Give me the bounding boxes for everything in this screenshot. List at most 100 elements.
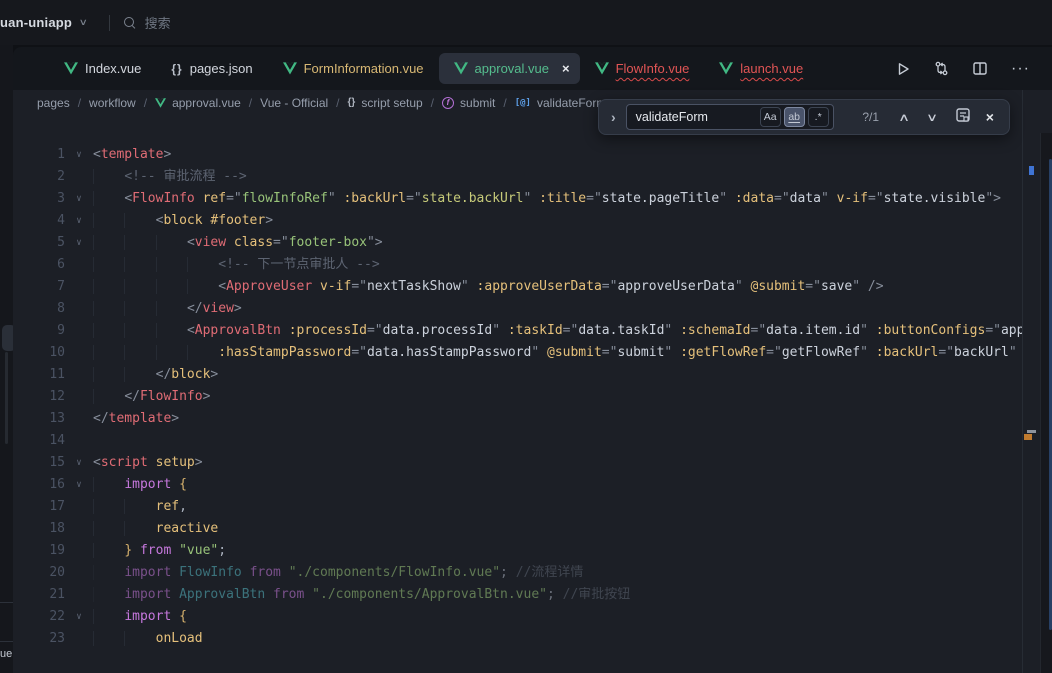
fold-chevron-icon[interactable]: ∨	[65, 232, 93, 254]
fold-gutter	[65, 166, 93, 188]
fold-chevron-icon[interactable]: ∨	[65, 474, 93, 496]
line-number: 14	[13, 430, 65, 452]
code-line-11[interactable]: 11 </block>	[13, 364, 1023, 386]
code-text: ref,	[93, 496, 1023, 518]
line-number: 18	[13, 518, 65, 540]
fold-gutter	[65, 298, 93, 320]
ruler-marker	[1027, 430, 1036, 433]
split-editor-icon[interactable]	[973, 62, 987, 75]
code-line-21[interactable]: 21 import ApprovalBtn from "./components…	[13, 584, 1023, 606]
vue-icon	[155, 98, 166, 108]
code-line-1[interactable]: 1∨<template>	[13, 144, 1023, 166]
regex-button[interactable]: .*	[808, 107, 829, 127]
editor-area: pages/workflow/approval.vue/Vue - Offici…	[13, 90, 1052, 673]
breadcrumb-item-workflow[interactable]: workflow	[89, 96, 136, 110]
tab-FlowInfo.vue[interactable]: FlowInfo.vue	[580, 47, 705, 90]
code-line-23[interactable]: 23 onLoad	[13, 628, 1023, 650]
sidebar-text-fragment: ue	[0, 648, 12, 660]
sidebar-scrollbar-fragment[interactable]	[5, 352, 8, 444]
sidebar-sliver: ue	[0, 0, 13, 673]
fold-gutter	[65, 320, 93, 342]
search-placeholder: 搜索	[145, 13, 171, 32]
line-number: 1	[13, 144, 65, 166]
code-text: <!-- 审批流程 -->	[93, 166, 1023, 188]
project-name[interactable]: uan-uniapp	[0, 15, 72, 30]
method-icon: f	[442, 97, 454, 109]
search-icon	[124, 17, 136, 29]
find-input[interactable]: validateForm Aa ab .*	[626, 104, 834, 130]
fold-gutter	[65, 496, 93, 518]
close-icon[interactable]: ×	[562, 62, 570, 75]
fold-gutter	[65, 628, 93, 650]
fold-chevron-icon[interactable]: ∨	[65, 606, 93, 628]
fold-chevron-icon[interactable]: ∨	[65, 144, 93, 166]
code-line-13[interactable]: 13</template>	[13, 408, 1023, 430]
tab-label: pages.json	[190, 61, 253, 76]
line-number: 17	[13, 496, 65, 518]
code-line-2[interactable]: 2 <!-- 审批流程 -->	[13, 166, 1023, 188]
tab-launch.vue[interactable]: launch.vue	[704, 47, 818, 90]
find-query[interactable]: validateForm	[636, 110, 757, 124]
global-search[interactable]: 搜索	[124, 13, 171, 32]
close-find-icon[interactable]: ×	[986, 109, 994, 125]
code-text: <script setup>	[93, 452, 1023, 474]
breadcrumb-item-approval.vue[interactable]: approval.vue	[155, 96, 241, 110]
code-editor[interactable]: 1∨<template>2 <!-- 审批流程 -->3∨ <FlowInfo …	[13, 144, 1023, 673]
code-line-8[interactable]: 8 </view>	[13, 298, 1023, 320]
code-line-16[interactable]: 16∨ import {	[13, 474, 1023, 496]
code-line-4[interactable]: 4∨ <block #footer>	[13, 210, 1023, 232]
toggle-replace-icon[interactable]: ›	[609, 109, 618, 125]
breadcrumb-item-script-setup[interactable]: {}script setup	[348, 96, 423, 110]
line-number: 15	[13, 452, 65, 474]
find-in-selection-icon[interactable]	[956, 108, 970, 127]
previous-match-icon[interactable]: ∧	[889, 111, 919, 124]
code-line-7[interactable]: 7 <ApproveUser v-if="nextTaskShow" :appr…	[13, 276, 1023, 298]
code-line-17[interactable]: 17 ref,	[13, 496, 1023, 518]
code-text: import {	[93, 606, 1023, 628]
code-text: </block>	[93, 364, 1023, 386]
breadcrumb-item-submit[interactable]: fsubmit	[442, 96, 495, 110]
line-number: 10	[13, 342, 65, 364]
whole-word-button[interactable]: ab	[784, 107, 805, 127]
tab-approval.vue[interactable]: approval.vue×	[439, 53, 580, 84]
tab-Index.vue[interactable]: Index.vue	[49, 47, 156, 90]
chevron-down-icon[interactable]: ∨	[79, 17, 88, 28]
tab-FormInformation.vue[interactable]: FormInformation.vue	[268, 47, 439, 90]
more-actions-icon[interactable]: ···	[1011, 61, 1030, 77]
tab-label: FlowInfo.vue	[616, 61, 690, 76]
tab-pages.json[interactable]: {} pages.json	[156, 47, 267, 90]
fold-chevron-icon[interactable]: ∨	[65, 452, 93, 474]
match-case-button[interactable]: Aa	[760, 107, 781, 127]
code-line-3[interactable]: 3∨ <FlowInfo ref="flowInfoRef" :backUrl=…	[13, 188, 1023, 210]
code-line-5[interactable]: 5∨ <view class="footer-box">	[13, 232, 1023, 254]
code-line-10[interactable]: 10 :hasStampPassword="data.hasStampPassw…	[13, 342, 1023, 364]
code-text: </view>	[93, 298, 1023, 320]
code-text: <block #footer>	[93, 210, 1023, 232]
code-line-19[interactable]: 19 } from "vue";	[13, 540, 1023, 562]
next-match-icon[interactable]: ∨	[917, 111, 947, 124]
code-line-6[interactable]: 6 <!-- 下一节点审批人 -->	[13, 254, 1023, 276]
editor-actions: ···	[896, 61, 1052, 77]
run-icon[interactable]	[896, 62, 910, 76]
code-line-9[interactable]: 9 <ApprovalBtn :processId="data.processI…	[13, 320, 1023, 342]
code-line-20[interactable]: 20 import FlowInfo from "./components/Fl…	[13, 562, 1023, 584]
find-match-marker	[1029, 166, 1034, 175]
fold-gutter	[65, 430, 93, 452]
code-text: import ApprovalBtn from "./components/Ap…	[93, 584, 1023, 606]
code-text: <ApprovalBtn :processId="data.processId"…	[93, 320, 1023, 342]
code-line-12[interactable]: 12 </FlowInfo>	[13, 386, 1023, 408]
breadcrumb-item-vue-official[interactable]: Vue - Official	[260, 96, 328, 110]
compare-changes-icon[interactable]	[934, 61, 949, 76]
line-number: 5	[13, 232, 65, 254]
fold-chevron-icon[interactable]: ∨	[65, 188, 93, 210]
vue-icon	[719, 62, 733, 75]
code-line-22[interactable]: 22∨ import {	[13, 606, 1023, 628]
json-icon: {}	[171, 62, 182, 76]
code-line-15[interactable]: 15∨<script setup>	[13, 452, 1023, 474]
breadcrumb-item-pages[interactable]: pages	[37, 96, 70, 110]
fold-gutter	[65, 342, 93, 364]
code-line-18[interactable]: 18 reactive	[13, 518, 1023, 540]
code-line-14[interactable]: 14	[13, 430, 1023, 452]
fold-chevron-icon[interactable]: ∨	[65, 210, 93, 232]
code-text: <view class="footer-box">	[93, 232, 1023, 254]
